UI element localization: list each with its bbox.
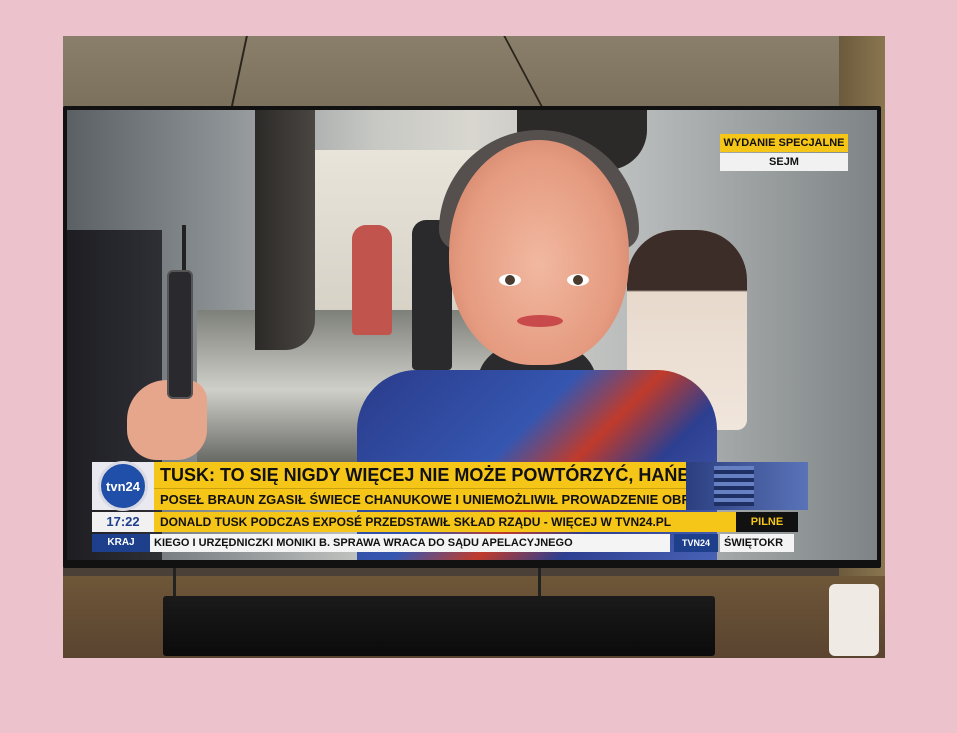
breaking-tag: PILNE [736,512,798,532]
clock: 17:22 [92,512,154,532]
channel-logo: tvn24 [92,461,154,511]
background-person [352,225,392,335]
ticker-main: DONALD TUSK PODCZAS EXPOSÉ PRZEDSTAWIŁ S… [154,512,736,532]
eye [567,274,589,286]
curtain [255,110,315,350]
tv-stand-leg [538,568,541,598]
ceiling-seam [230,36,248,110]
qr-panel [686,462,808,510]
tvn24-logo-icon: tvn24 [98,461,148,511]
news-ticker: KIEGO I URZĘDNICZKI MONIKI B. SPRAWA WRA… [150,534,670,552]
location-badge: SEJM [720,153,848,171]
tv-stand-leg [173,568,176,598]
tv-screen: WYDANIE SPECJALNE SEJM tvn24 TUSK: TO SI… [67,110,877,560]
subheadline: POSEŁ BRAUN ZGASIŁ ŚWIECE CHANUKOWE I UN… [154,488,686,510]
special-edition-badge: WYDANIE SPECJALNE [720,134,848,152]
photo: WYDANIE SPECJALNE SEJM tvn24 TUSK: TO SI… [63,36,885,658]
ticker-next: ŚWIĘTOKR [720,534,794,552]
section-label: KRAJ [92,534,150,552]
television: WYDANIE SPECJALNE SEJM tvn24 TUSK: TO SI… [63,106,881,568]
face [449,140,629,365]
headline: TUSK: TO SIĘ NIGDY WIĘCEJ NIE MOŻE POWTÓ… [154,462,686,488]
ceiling [63,36,885,110]
qr-code-icon [714,466,754,506]
soundbar [163,596,715,656]
phone [167,270,193,399]
ceiling-seam [503,36,545,110]
lips [517,315,563,327]
eye [499,274,521,286]
news-lower-third: tvn24 TUSK: TO SIĘ NIGDY WIĘCEJ NIE MOŻE… [92,461,808,558]
channel-chip: TVN24 [674,534,718,552]
candle [829,584,879,656]
